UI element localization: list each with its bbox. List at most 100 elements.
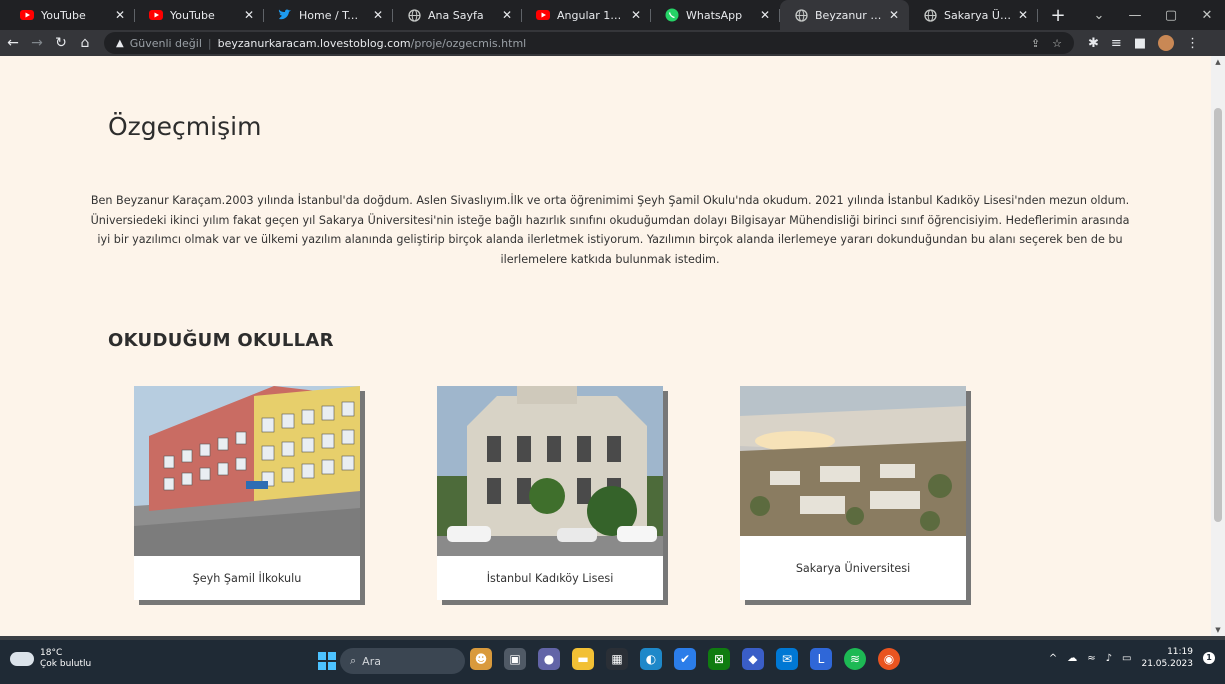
app-icon[interactable]: ◆ xyxy=(742,648,764,670)
close-tab-icon[interactable]: ✕ xyxy=(758,8,772,22)
school-card[interactable]: Şeyh Şamil İlkokulu xyxy=(134,386,360,600)
window-controls: ⌄ — ▢ ✕ xyxy=(1081,0,1225,30)
tab-title: YouTube xyxy=(41,8,86,22)
school-photo xyxy=(740,386,966,536)
browser-tab[interactable]: WhatsApp ✕ xyxy=(651,0,780,30)
scroll-down-arrow[interactable]: ▼ xyxy=(1211,624,1225,636)
school-card[interactable]: İstanbul Kadıköy Lisesi xyxy=(437,386,663,600)
url-path: /proje/ozgecmis.html xyxy=(410,36,527,50)
vscode-icon[interactable]: ✔ xyxy=(674,648,696,670)
security-label: Güvenli değil xyxy=(129,36,202,50)
widget-icon[interactable]: ☻ xyxy=(470,648,492,670)
globe-icon xyxy=(923,8,937,22)
schools-section-title: OKUDUĞUM OKULLAR xyxy=(108,330,334,351)
reload-button[interactable]: ↻ xyxy=(50,35,72,51)
spotify-icon[interactable]: ≋ xyxy=(844,648,866,670)
browser-tab[interactable]: Angular 15 Eğitim ✕ xyxy=(522,0,651,30)
twitter-icon xyxy=(278,8,292,22)
wifi-icon[interactable]: ≈ xyxy=(1087,653,1095,664)
browser-toolbar: ← → ↻ ⌂ ▲ Güvenli değil | beyzanurkaraca… xyxy=(0,30,1225,56)
school-name: Sakarya Üniversitesi xyxy=(795,561,911,575)
new-tab-button[interactable]: + xyxy=(1048,5,1068,26)
tab-title: Ana Sayfa xyxy=(428,8,484,22)
mail-icon[interactable]: ✉ xyxy=(776,648,798,670)
school-name: İstanbul Kadıköy Lisesi xyxy=(486,571,614,585)
restore-button[interactable]: ▢ xyxy=(1153,8,1189,23)
search-icon: ⌕ xyxy=(350,654,357,667)
windows-taskbar: 18°C Çok bulutlu ⌕ Ara ☻ ▣ ● ▬ ▦ ◐ ✔ ⊠ ◆… xyxy=(0,636,1225,684)
reading-list-icon[interactable]: ≡ xyxy=(1111,36,1122,51)
minimize-button[interactable]: — xyxy=(1117,8,1153,23)
clock-date: 21.05.2023 xyxy=(1141,659,1193,669)
profile-avatar[interactable] xyxy=(1158,35,1175,51)
close-window-button[interactable]: ✕ xyxy=(1189,8,1225,23)
close-tab-icon[interactable]: ✕ xyxy=(113,8,127,22)
url-host: beyzanurkaracam.lovestoblog.com xyxy=(217,36,411,50)
browser-tab[interactable]: Ana Sayfa ✕ xyxy=(393,0,522,30)
tab-title: Angular 15 Eğitim xyxy=(557,8,625,22)
close-tab-icon[interactable]: ✕ xyxy=(242,8,256,22)
taskbar-search[interactable]: ⌕ Ara xyxy=(340,648,465,674)
tab-title: WhatsApp xyxy=(686,8,743,22)
tab-search-icon[interactable]: ⌄ xyxy=(1081,8,1117,23)
edge-icon[interactable]: ◐ xyxy=(640,648,662,670)
weather-desc: Çok bulutlu xyxy=(40,659,92,669)
youtube-icon xyxy=(20,8,34,22)
chevron-up-icon[interactable]: ^ xyxy=(1049,653,1057,664)
school-photo xyxy=(134,386,360,556)
tab-title: Home / Twitter xyxy=(299,8,367,22)
volume-icon[interactable]: ♪ xyxy=(1106,653,1112,664)
tab-title: YouTube xyxy=(170,8,215,22)
system-tray: ^ ☁ ≈ ♪ ▭ 11:19 21.05.2023 1 xyxy=(1049,646,1215,670)
file-explorer-icon[interactable]: ▬ xyxy=(572,648,594,670)
back-button[interactable]: ← xyxy=(2,35,24,51)
scroll-up-arrow[interactable]: ▲ xyxy=(1211,56,1225,68)
close-tab-icon[interactable]: ✕ xyxy=(1016,8,1030,22)
linkedin-icon[interactable]: L xyxy=(810,648,832,670)
youtube-icon xyxy=(536,8,550,22)
page-scrollbar[interactable]: ▲ ▼ xyxy=(1211,56,1225,636)
cloud-sync-icon[interactable]: ☁ xyxy=(1067,653,1077,664)
close-tab-icon[interactable]: ✕ xyxy=(500,8,514,22)
start-button[interactable] xyxy=(318,652,336,670)
clock[interactable]: 11:19 21.05.2023 xyxy=(1141,646,1193,670)
weather-temp: 18°C xyxy=(40,648,63,658)
school-name: Şeyh Şamil İlkokulu xyxy=(192,571,302,585)
browser-tab[interactable]: Home / Twitter ✕ xyxy=(264,0,393,30)
address-bar[interactable]: ▲ Güvenli değil | beyzanurkaracam.lovest… xyxy=(104,32,1074,54)
bookmark-star-icon[interactable]: ☆ xyxy=(1052,37,1062,50)
menu-icon[interactable]: ⋮ xyxy=(1186,36,1199,51)
close-tab-icon[interactable]: ✕ xyxy=(371,8,385,22)
page-title: Özgeçmişim xyxy=(108,112,262,141)
pinned-apps: ☻ ▣ ● ▬ ▦ ◐ ✔ ⊠ ◆ ✉ L ≋ ◉ xyxy=(470,648,900,670)
globe-icon xyxy=(407,8,421,22)
extensions-puzzle-icon[interactable]: ✱ xyxy=(1088,36,1099,51)
whatsapp-icon xyxy=(665,8,679,22)
weather-widget[interactable]: 18°C Çok bulutlu xyxy=(10,648,91,670)
battery-icon[interactable]: ▭ xyxy=(1122,653,1131,664)
close-tab-icon[interactable]: ✕ xyxy=(629,8,643,22)
home-button[interactable]: ⌂ xyxy=(74,35,96,51)
browser-tab[interactable]: YouTube ✕ xyxy=(135,0,264,30)
browser-tab-strip: YouTube ✕ YouTube ✕ Home / Twitter ✕ Ana… xyxy=(0,0,1225,30)
chrome-icon[interactable]: ◉ xyxy=(878,648,900,670)
warning-icon[interactable]: ▲ xyxy=(116,38,124,49)
browser-tab[interactable]: YouTube ✕ xyxy=(6,0,135,30)
share-icon[interactable]: ⇪ xyxy=(1031,37,1040,50)
task-view-icon[interactable]: ▣ xyxy=(504,648,526,670)
biography-paragraph: Ben Beyzanur Karaçam.2003 yılında İstanb… xyxy=(90,194,1130,266)
close-tab-icon[interactable]: ✕ xyxy=(887,8,901,22)
globe-icon xyxy=(794,8,808,22)
xbox-icon[interactable]: ⊠ xyxy=(708,648,730,670)
store-icon[interactable]: ▦ xyxy=(606,648,628,670)
page-viewport: Özgeçmişim Ben Beyzanur Karaçam.2003 yıl… xyxy=(0,56,1225,636)
school-card[interactable]: Sakarya Üniversitesi xyxy=(740,386,966,600)
scrollbar-thumb[interactable] xyxy=(1214,108,1222,522)
teams-icon[interactable]: ● xyxy=(538,648,560,670)
browser-tab-active[interactable]: Beyzanur Karaçam ✕ xyxy=(780,0,909,30)
notification-icon[interactable]: 1 xyxy=(1203,652,1215,664)
side-panel-icon[interactable]: ■ xyxy=(1134,36,1146,51)
cloud-icon xyxy=(10,652,34,666)
forward-button[interactable]: → xyxy=(26,35,48,51)
browser-tab[interactable]: Sakarya Üniversite ✕ xyxy=(909,0,1038,30)
